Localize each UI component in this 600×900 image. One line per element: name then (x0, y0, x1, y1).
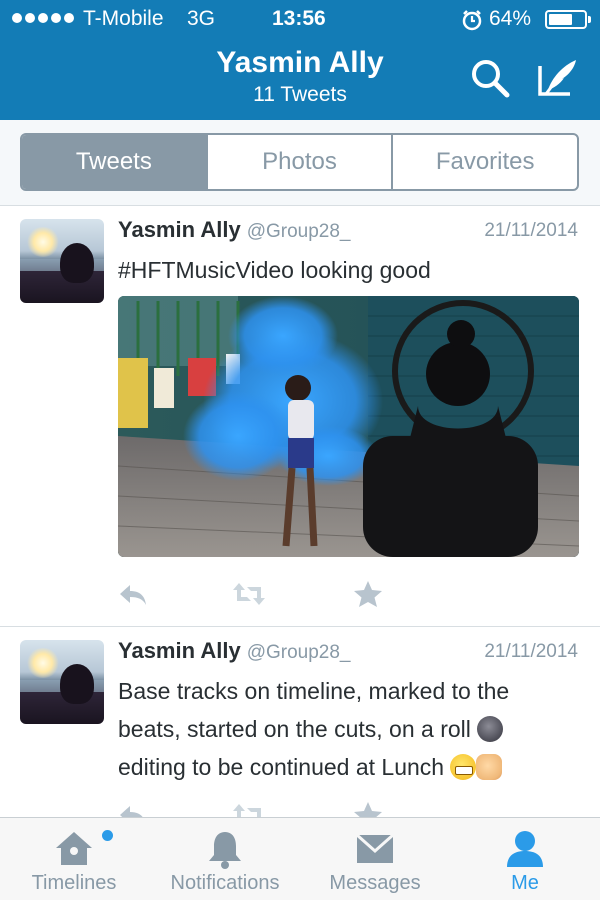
segment-tweets[interactable]: Tweets (22, 135, 206, 189)
compose-quill-icon (538, 60, 576, 96)
favorite-button[interactable] (353, 800, 383, 818)
reply-button[interactable] (118, 579, 148, 609)
network-type: 3G (187, 7, 216, 30)
bottom-tab-bar: Timelines Notifications Messages Me (0, 817, 600, 900)
tab-timelines[interactable]: Timelines (18, 818, 130, 900)
author-handle: @Group28_ (246, 221, 351, 242)
profile-name-title: Yasmin Ally (216, 46, 384, 79)
tab-messages[interactable]: Messages (318, 818, 432, 900)
tab-label: Messages (329, 872, 421, 894)
tweet-text-line: beats, started on the cuts, on a roll (118, 710, 578, 748)
tweet-text-line: editing to be continued at Lunch (118, 748, 578, 786)
profile-header: T-Mobile 3G 13:56 64% Yasmin Ally 11 Twe… (0, 0, 600, 120)
search-button[interactable] (470, 58, 510, 98)
avatar[interactable] (20, 640, 104, 724)
grimacing-face-emoji (450, 754, 477, 780)
alarm-icon (461, 9, 483, 37)
tweet-date: 21/11/2014 (484, 220, 578, 241)
avatar[interactable] (20, 219, 104, 303)
retweet-icon (233, 804, 261, 818)
tab-label: Timelines (31, 872, 117, 894)
tweet-date: 21/11/2014 (484, 641, 578, 662)
tweet-photo[interactable] (118, 296, 579, 557)
battery-icon (545, 10, 591, 29)
search-icon (472, 60, 510, 98)
profile-tabs-bar: Tweets Photos Favorites (0, 120, 600, 206)
author-handle: @Group28_ (246, 642, 351, 663)
author-display-name: Yasmin Ally (118, 217, 241, 242)
reply-icon (120, 806, 144, 818)
segmented-control: Tweets Photos Favorites (20, 133, 579, 191)
retweet-icon (233, 583, 265, 605)
carrier-name: T-Mobile (83, 7, 164, 30)
status-bar: T-Mobile 3G 13:56 64% (0, 0, 600, 40)
new-content-dot (102, 830, 113, 841)
author-display-name: Yasmin Ally (118, 638, 241, 663)
twitter-profile-screen: T-Mobile 3G 13:56 64% Yasmin Ally 11 Twe… (0, 0, 600, 900)
clock: 13:56 (272, 7, 326, 30)
retweet-button[interactable] (233, 579, 265, 609)
fist-bump-emoji (476, 754, 503, 780)
tweet-text-line: Base tracks on timeline, marked to the (118, 678, 510, 704)
tab-me[interactable]: Me (480, 818, 570, 900)
segment-favorites[interactable]: Favorites (391, 135, 577, 189)
tweet-author-name: Yasmin Ally @Group28_ (118, 217, 350, 243)
star-icon (354, 802, 382, 818)
reply-button[interactable] (118, 800, 148, 818)
tweet-text: Base tracks on timeline, marked to the b… (118, 672, 578, 786)
envelope-icon (356, 833, 394, 863)
tweet-count: 11 Tweets (253, 83, 347, 106)
home-icon (56, 832, 92, 865)
tweet-item[interactable]: Yasmin Ally @Group28_ 21/11/2014 Base tra… (0, 628, 600, 818)
compose-tweet-button[interactable] (536, 56, 580, 100)
retweet-button[interactable] (233, 800, 263, 818)
segment-photos[interactable]: Photos (205, 135, 392, 189)
tweet-item[interactable]: Yasmin Ally @Group28_ 21/11/2014 #HFTMusi… (0, 207, 600, 627)
tweet-author-name: Yasmin Ally @Group28_ (118, 638, 350, 664)
music-video-shoot-photo (118, 296, 579, 557)
tab-label: Notifications (170, 872, 280, 894)
person-icon (507, 831, 543, 867)
tab-label: Me (511, 872, 539, 894)
battery-percentage: 64% (489, 7, 532, 30)
tab-notifications[interactable]: Notifications (156, 818, 294, 900)
reply-icon (120, 585, 146, 605)
tweet-text: #HFTMusicVideo looking good (118, 257, 431, 283)
bell-icon (209, 832, 241, 869)
new-moon-face-emoji (477, 716, 504, 742)
star-icon (354, 581, 382, 607)
signal-strength-icon (12, 13, 74, 23)
favorite-button[interactable] (353, 579, 383, 609)
